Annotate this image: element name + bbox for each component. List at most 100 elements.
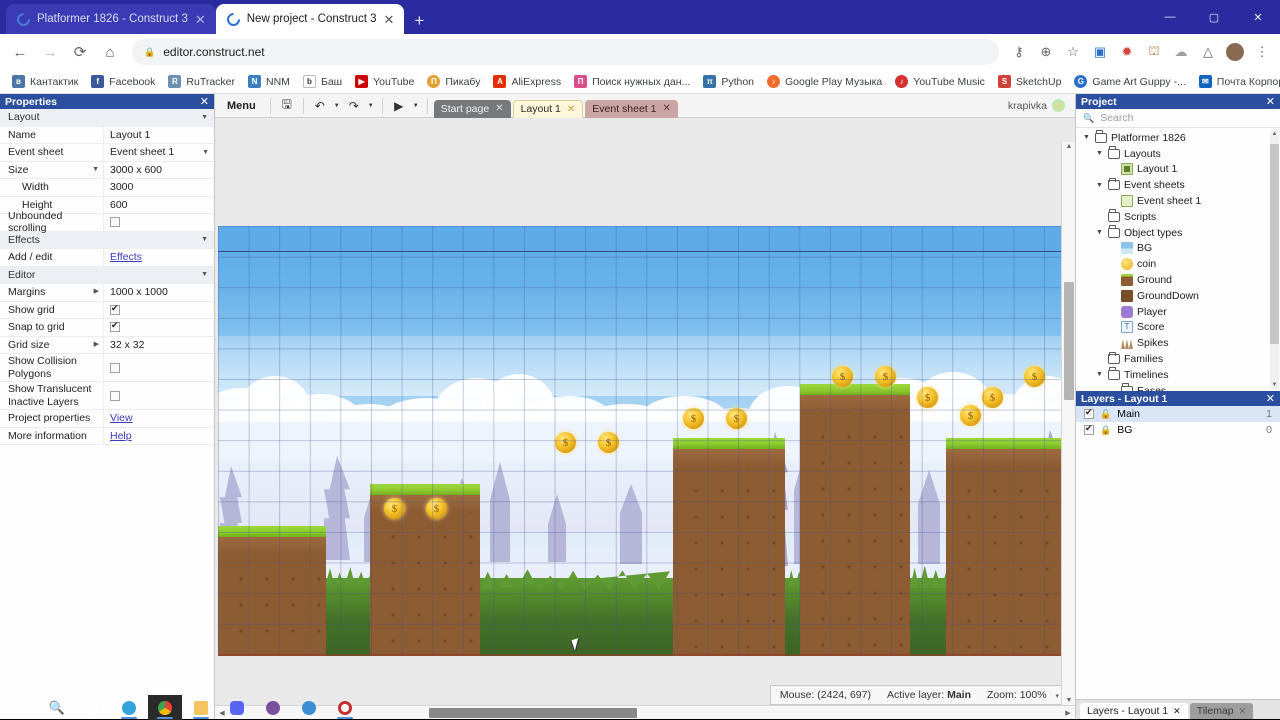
coin-object[interactable]: $ — [832, 366, 853, 387]
property-row-show-collision-polygons[interactable]: Show Collision Polygons — [0, 354, 214, 382]
back-icon[interactable]: ← — [6, 38, 34, 66]
property-row-add-edit[interactable]: Add / edit Effects — [0, 249, 214, 267]
property-value[interactable]: Event sheet 1 ▼ — [103, 144, 214, 161]
property-row-grid-size[interactable]: Grid size ▶ 32 x 32 — [0, 336, 214, 354]
bookmark-item[interactable]: N NNM — [242, 73, 296, 90]
lock-icon[interactable]: 🔒 — [1100, 425, 1111, 436]
property-value[interactable]: 3000 — [103, 179, 214, 196]
platform-ground[interactable] — [673, 438, 785, 656]
property-row-snap-to-grid[interactable]: Snap to grid — [0, 319, 214, 337]
tree-item-event-sheet-1[interactable]: Event sheet 1 — [1076, 193, 1280, 209]
star-icon[interactable]: ☆ — [1061, 40, 1085, 64]
property-value[interactable]: View — [103, 410, 214, 427]
bookmark-item[interactable]: ♪ Google Play Музыка — [761, 73, 888, 90]
bookmark-item[interactable]: A AliExpress — [487, 73, 567, 90]
bookmark-item[interactable]: π Python — [697, 73, 760, 90]
taskbar-app-discord[interactable] — [220, 695, 254, 720]
help-link[interactable]: Help — [110, 430, 132, 442]
bookmark-item[interactable]: ♪ YouTube Music — [889, 73, 991, 90]
property-value[interactable] — [103, 214, 214, 231]
tree-item-layouts[interactable]: ▼ Layouts — [1076, 146, 1280, 162]
redo-dropdown-icon[interactable]: ▼ — [366, 96, 376, 116]
property-group-effects[interactable]: Effects ▼ — [0, 231, 214, 249]
editor-tab-layout-1[interactable]: Layout 1 ✕ — [512, 99, 584, 118]
property-value[interactable] — [103, 319, 214, 336]
layer-visibility-checkbox[interactable] — [1084, 407, 1094, 419]
property-row-unbounded-scrolling[interactable]: Unbounded scrolling — [0, 210, 214, 234]
property-value[interactable] — [103, 301, 214, 318]
new-tab-button[interactable]: + — [404, 12, 434, 34]
property-row-project-properties[interactable]: Project properties View — [0, 410, 214, 428]
key-icon[interactable]: ⚷ — [1007, 40, 1031, 64]
property-value[interactable]: Layout 1 — [103, 126, 214, 143]
editor-tab-start-page[interactable]: Start page ✕ — [433, 99, 511, 118]
editor-tab-event-sheet-1[interactable]: Event sheet 1 ✕ — [585, 99, 678, 118]
taskbar-app-recorder[interactable] — [328, 695, 362, 720]
coin-object[interactable]: $ — [726, 408, 747, 429]
project-tree[interactable]: ▼ Platformer 1826 ▼ Layouts Layout 1 ▼ E… — [1076, 128, 1280, 391]
show-collision-polygons-checkbox[interactable] — [110, 362, 120, 373]
show-translucent-inactive-layers-checkbox[interactable] — [110, 390, 120, 401]
close-window-button[interactable]: ✕ — [1236, 0, 1280, 34]
property-row-show-grid[interactable]: Show grid — [0, 301, 214, 319]
taskbar-app-viber[interactable] — [256, 695, 290, 720]
tree-item-layout-1[interactable]: Layout 1 — [1076, 162, 1280, 178]
close-icon[interactable]: ✕ — [200, 95, 209, 108]
group-caret[interactable]: ▼ — [103, 267, 214, 284]
snap-to-grid-checkbox[interactable] — [110, 320, 120, 333]
browser-tab-0[interactable]: Platformer 1826 - Construct 3 ✕ — [6, 4, 216, 34]
coin-object[interactable]: $ — [555, 432, 576, 453]
property-value[interactable]: 600 — [103, 196, 214, 213]
tree-item-families[interactable]: Families — [1076, 351, 1280, 367]
bookmark-item[interactable]: b Баш — [297, 73, 348, 90]
property-value[interactable] — [103, 354, 214, 381]
platform-ground[interactable] — [218, 526, 326, 656]
vertical-scroll-thumb[interactable] — [1064, 282, 1074, 400]
effects-link[interactable]: Effects — [110, 251, 142, 263]
vertical-scrollbar[interactable]: ▲ ▼ — [1061, 142, 1075, 705]
expand-caret-icon[interactable]: ▼ — [1095, 182, 1104, 189]
taskbar-app-explorer[interactable] — [184, 695, 218, 720]
tree-item-eases[interactable]: Eases — [1076, 383, 1280, 391]
unlock-icon[interactable]: 🔓 — [1100, 409, 1111, 420]
property-row-more-information[interactable]: More information Help — [0, 427, 214, 445]
show-grid-checkbox[interactable] — [110, 303, 120, 315]
undo-dropdown-icon[interactable]: ▼ — [332, 96, 342, 116]
platform-ground[interactable] — [946, 438, 1065, 656]
layout-canvas[interactable]: $ $ $ $ $ $ $ $ $ $ $ $ $ — [218, 226, 1065, 656]
platform-ground[interactable] — [800, 384, 910, 656]
coin-object[interactable]: $ — [598, 432, 619, 453]
zoom-control[interactable]: Zoom: 100% ▾ — [987, 689, 1059, 701]
windows-start-icon[interactable]: ⊞ — [4, 695, 38, 720]
close-icon[interactable]: ✕ — [1239, 706, 1247, 717]
close-tab-icon[interactable]: ✕ — [384, 13, 395, 26]
property-row-event-sheet[interactable]: Event sheet Event sheet 1 ▼ — [0, 144, 214, 162]
taskbar-app-abbyy[interactable] — [292, 695, 326, 720]
drive-icon[interactable]: △ — [1196, 40, 1220, 64]
property-row-size[interactable]: Size ▼ 3000 x 600 — [0, 161, 214, 179]
layer-row-bg[interactable]: 🔒 BG 0 — [1076, 422, 1280, 438]
coin-object[interactable]: $ — [683, 408, 704, 429]
bookmark-item[interactable]: П Пикабу — [421, 73, 486, 90]
property-value[interactable]: Help — [103, 427, 214, 444]
browser-tab-1[interactable]: New project - Construct 3 ✕ — [215, 4, 405, 34]
close-icon[interactable]: ✕ — [662, 103, 670, 114]
tree-item-spikes[interactable]: Spikes — [1076, 335, 1280, 351]
coin-object[interactable]: $ — [917, 387, 938, 408]
view-link[interactable]: View — [110, 412, 133, 424]
taskbar-app-chrome[interactable] — [148, 695, 182, 720]
home-icon[interactable]: ⌂ — [96, 38, 124, 66]
address-bar[interactable]: 🔒 editor.construct.net — [132, 39, 999, 65]
close-tab-icon[interactable]: ✕ — [195, 13, 206, 26]
minimize-button[interactable]: — — [1148, 0, 1192, 34]
bookmark-item[interactable]: G Game Art Guppy -... — [1068, 73, 1191, 90]
collapse-caret-icon[interactable]: ▶ — [94, 341, 103, 349]
collapse-caret-icon[interactable]: ▶ — [94, 288, 103, 296]
layer-visibility-checkbox[interactable] — [1084, 423, 1094, 435]
property-group-editor[interactable]: Editor ▼ — [0, 266, 214, 284]
group-caret[interactable]: ▼ — [103, 109, 214, 126]
property-group-layout[interactable]: Layout ▼ — [0, 109, 214, 127]
group-caret[interactable]: ▼ — [103, 232, 214, 249]
bookmark-item[interactable]: в Кантактик — [6, 73, 84, 90]
maximize-button[interactable]: ▢ — [1192, 0, 1236, 34]
